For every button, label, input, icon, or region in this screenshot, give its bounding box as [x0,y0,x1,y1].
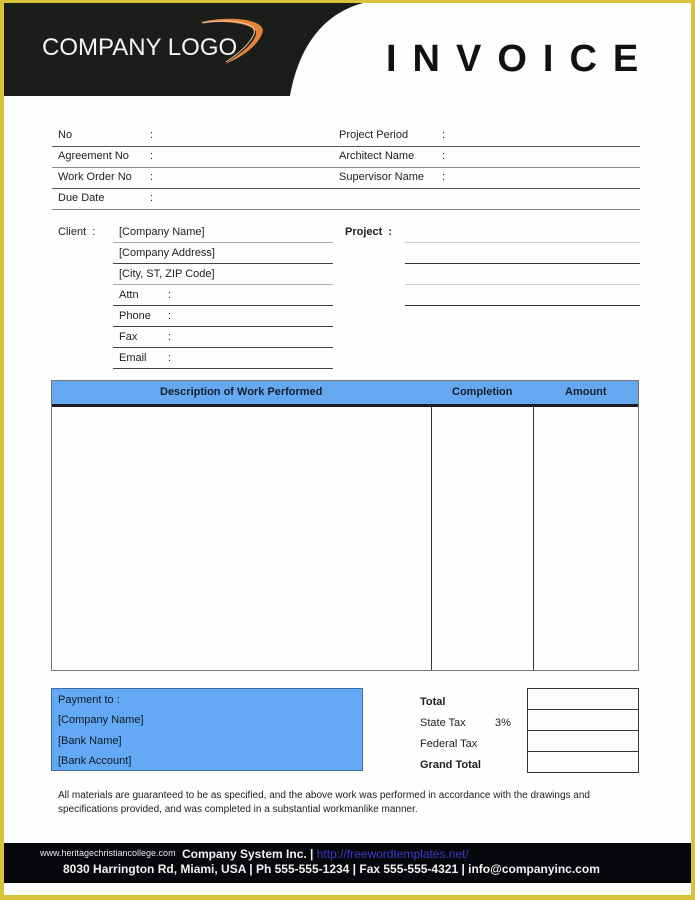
info-colon: : [442,150,446,162]
info-label: Project Period [339,129,409,141]
column-header-description: Description of Work Performed [160,386,323,398]
client-label: Client : [58,226,96,238]
client-lines: [Company Name] [Company Address] [City, … [113,222,333,369]
federal-tax-label: Federal Tax [420,738,478,750]
project-line[interactable] [405,264,640,285]
info-label: Due Date [58,192,105,204]
info-label: Architect Name [339,150,415,162]
client-company-name[interactable]: [Company Name] [113,222,333,243]
info-colon: : [150,192,154,204]
field-colon: : [168,289,172,301]
field-label: Fax [119,331,138,343]
state-tax-value-box[interactable] [527,709,639,730]
client-line-text: [City, ST, ZIP Code] [119,268,215,280]
payment-bank-name: [Bank Name] [58,735,122,747]
grand-total-value-box[interactable] [527,751,639,773]
info-label: No [58,129,73,141]
footer-address-line: 8030 Harrington Rd, Miami, USA | Ph 555-… [63,862,600,876]
invoice-info-grid: No : Project Period : Agreement No : Arc… [52,126,640,210]
column-header-completion: Completion [452,386,513,398]
invoice-title: INVOICE [386,38,655,80]
total-value-box[interactable] [527,688,639,709]
project-block: Project : [345,226,640,306]
project-line[interactable] [405,222,640,243]
federal-tax-value-box[interactable] [527,730,639,751]
company-logo: COMPANY LOGO [42,34,238,61]
client-phone-field[interactable]: Phone: [113,306,333,327]
payment-company-name: [Company Name] [58,714,144,726]
amount-cell[interactable] [534,407,638,670]
project-label: Project : [345,226,393,238]
footer-link[interactable]: http://freewordtemplates.net/ [317,847,469,861]
state-tax-rate: 3% [495,717,511,729]
payment-box: Payment to : [Company Name] [Bank Name] … [51,688,363,771]
field-colon: : [168,331,172,343]
info-colon: : [150,171,154,183]
disclaimer-text: All materials are guaranteed to be as sp… [58,790,590,815]
client-line-text: [Company Address] [119,247,215,259]
footer-watermark: www.heritagechristiancollege.com [40,848,176,858]
client-fax-field[interactable]: Fax: [113,327,333,348]
client-company-address[interactable]: [Company Address] [113,243,333,264]
grand-total-label: Grand Total [420,759,481,771]
work-table-header: Description of Work Performed Completion… [52,381,638,407]
info-row-agreement: Agreement No : Architect Name : [52,147,640,168]
info-label: Supervisor Name [339,171,424,183]
field-colon: : [168,352,172,364]
info-row-work-order: Work Order No : Supervisor Name : [52,168,640,189]
work-table: Description of Work Performed Completion… [51,380,639,671]
payment-bank-account: [Bank Account] [58,755,132,767]
footer-company-line: Company System Inc. | http://freewordtem… [182,847,469,861]
client-email-field[interactable]: Email: [113,348,333,369]
info-row-no: No : Project Period : [52,126,640,147]
client-attn-field[interactable]: Attn: [113,285,333,306]
field-colon: : [168,310,172,322]
project-lines [405,222,640,306]
info-colon: : [150,129,154,141]
total-label: Total [420,696,446,708]
client-line-text: [Company Name] [119,226,205,238]
info-label: Work Order No [58,171,132,183]
info-label: Agreement No [58,150,129,162]
info-row-due-date: Due Date : [52,189,640,210]
info-colon: : [150,150,154,162]
state-tax-label: State Tax [420,717,466,729]
project-line[interactable] [405,285,640,306]
field-label: Attn [119,289,139,301]
footer-company-name: Company System Inc. | [182,847,314,861]
info-colon: : [442,129,446,141]
client-city-zip[interactable]: [City, ST, ZIP Code] [113,264,333,285]
field-label: Email [119,352,147,364]
description-cell[interactable] [52,407,431,670]
totals-values [527,688,639,773]
payment-title: Payment to : [58,694,120,706]
footer-band: www.heritagechristiancollege.com Company… [4,843,691,883]
completion-cell[interactable] [432,407,533,670]
field-label: Phone [119,310,151,322]
info-colon: : [442,171,446,183]
column-header-amount: Amount [565,386,607,398]
project-line[interactable] [405,243,640,264]
